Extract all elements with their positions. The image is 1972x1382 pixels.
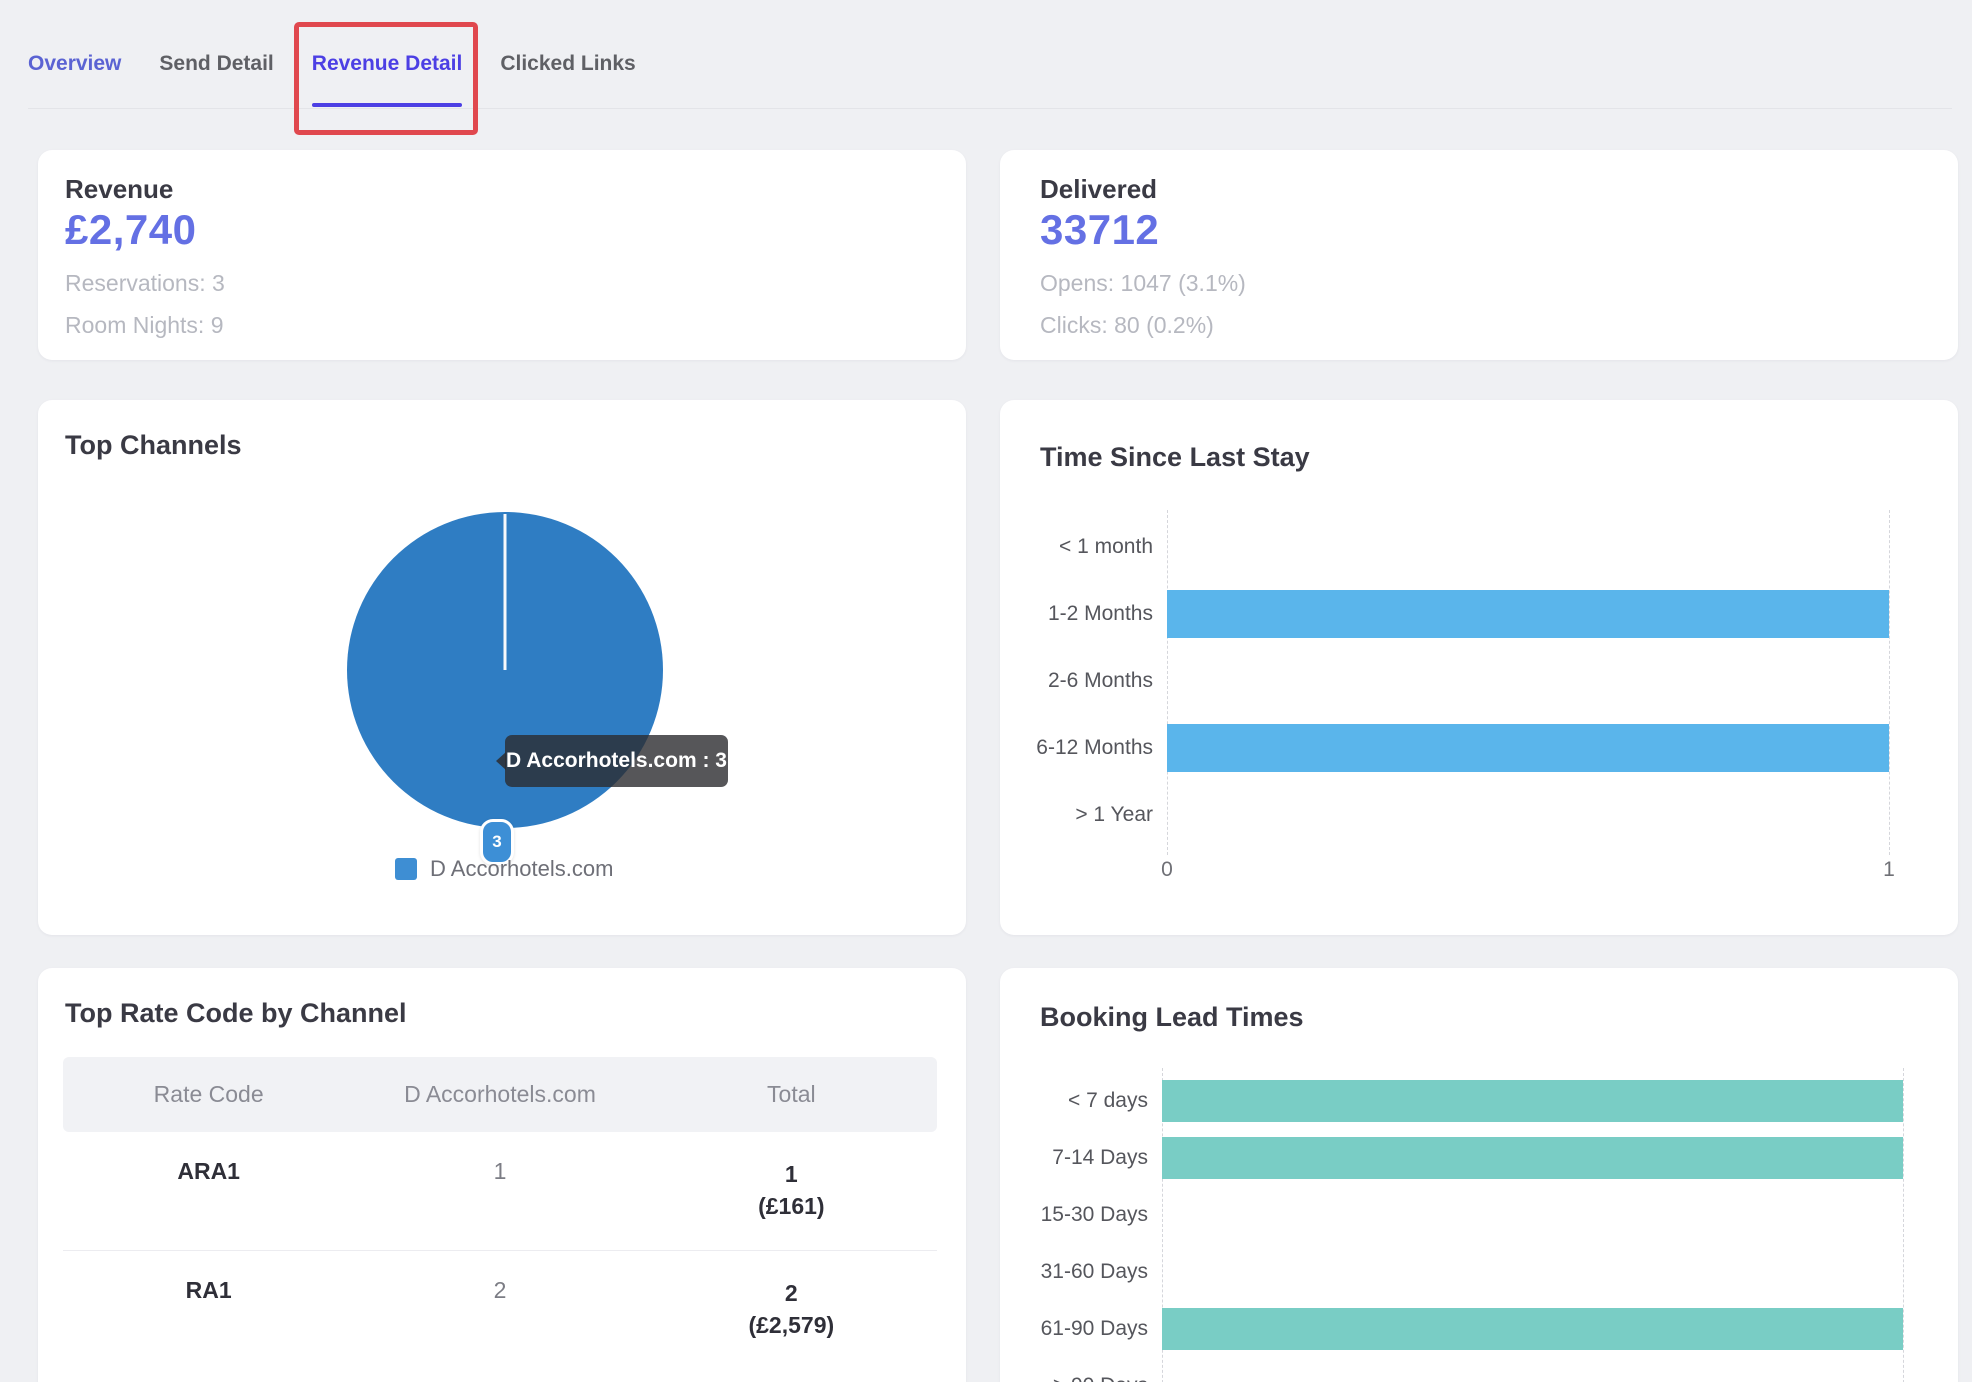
bar-track: [1162, 1186, 1903, 1243]
chart-row: > 1 Year: [1000, 781, 1889, 848]
delivered-card-title: Delivered: [1040, 174, 1157, 205]
legend-label: D Accorhotels.com: [430, 856, 613, 882]
pie-tooltip-text: D Accorhotels.com : 3: [506, 749, 727, 773]
channel-count-cell: 2: [354, 1277, 645, 1341]
total-amount: (£2,579): [646, 1309, 937, 1341]
revenue-room-nights: Room Nights: 9: [65, 312, 224, 339]
time-since-last-stay-title: Time Since Last Stay: [1040, 442, 1310, 473]
pie-tooltip: D Accorhotels.com : 3: [505, 735, 728, 787]
booking-lead-times-card: Booking Lead Times < 7 days 7-14 Days 15…: [1000, 968, 1958, 1382]
chart-row: 31-60 Days: [1000, 1243, 1903, 1300]
chart-row: 2-6 Months: [1000, 647, 1889, 714]
category-label: < 1 month: [1000, 535, 1167, 559]
chart-row: 1-2 Months: [1000, 580, 1889, 647]
category-label: 7-14 Days: [1000, 1146, 1162, 1170]
chart-row: 6-12 Months: [1000, 714, 1889, 781]
tab-send-detail[interactable]: Send Detail: [159, 52, 273, 76]
total-count: 2: [646, 1277, 937, 1309]
chart-row: < 7 days: [1000, 1072, 1903, 1129]
total-count: 1: [646, 1158, 937, 1190]
time-since-last-stay-card: Time Since Last Stay < 1 month 1-2 Month…: [1000, 400, 1958, 935]
category-label: 15-30 Days: [1000, 1203, 1162, 1227]
annotation-red-box: [294, 22, 479, 135]
chart-row: 7-14 Days: [1000, 1129, 1903, 1186]
total-cell: 1 (£161): [646, 1158, 937, 1222]
gridline-right: [1903, 1068, 1904, 1382]
gridline-right: [1889, 510, 1890, 855]
bar[interactable]: [1162, 1080, 1903, 1122]
bar-track: [1162, 1243, 1903, 1300]
delivered-clicks: Clicks: 80 (0.2%): [1040, 312, 1214, 339]
bar-track: [1167, 781, 1889, 848]
chart-row: < 1 month: [1000, 513, 1889, 580]
bar[interactable]: [1162, 1308, 1903, 1350]
rate-code-cell: RA1: [63, 1277, 354, 1341]
chart-row: > 90 Days: [1000, 1357, 1903, 1382]
tab-overview[interactable]: Overview: [28, 52, 121, 76]
tab-revenue-detail[interactable]: Revenue Detail: [312, 52, 463, 76]
bar-track: [1162, 1072, 1903, 1129]
x-axis-tick-1: 1: [1883, 858, 1895, 882]
table-header-channel: D Accorhotels.com: [354, 1081, 645, 1108]
category-label: 61-90 Days: [1000, 1317, 1162, 1341]
bar[interactable]: [1167, 590, 1889, 638]
legend-swatch: [395, 858, 417, 880]
revenue-card: Revenue £2,740 Reservations: 3 Room Nigh…: [38, 150, 966, 360]
booking-lead-times-title: Booking Lead Times: [1040, 1002, 1304, 1033]
table-header-row: Rate Code D Accorhotels.com Total: [63, 1057, 937, 1132]
category-label: 1-2 Months: [1000, 602, 1167, 626]
table-row: ARA1 1 1 (£161): [63, 1132, 937, 1251]
revenue-reservations: Reservations: 3: [65, 270, 225, 297]
chart-row: 15-30 Days: [1000, 1186, 1903, 1243]
delivered-opens: Opens: 1047 (3.1%): [1040, 270, 1246, 297]
category-label: > 1 Year: [1000, 803, 1167, 827]
category-label: 31-60 Days: [1000, 1260, 1162, 1284]
rate-code-cell: ARA1: [63, 1158, 354, 1222]
bar-track: [1167, 714, 1889, 781]
tsls-rows: < 1 month 1-2 Months 2-6 Months 6-12 Mon…: [1000, 513, 1889, 848]
channel-count-cell: 1: [354, 1158, 645, 1222]
bar-track: [1162, 1300, 1903, 1357]
category-label: 2-6 Months: [1000, 669, 1167, 693]
bar-track: [1167, 513, 1889, 580]
pie-legend-item[interactable]: D Accorhotels.com: [395, 856, 613, 882]
top-channels-title: Top Channels: [65, 430, 242, 461]
tab-revenue-detail-label: Revenue Detail: [312, 52, 463, 75]
bar-track: [1162, 1129, 1903, 1186]
chart-row: 61-90 Days: [1000, 1300, 1903, 1357]
bar[interactable]: [1162, 1137, 1903, 1179]
dashboard-page: Overview Send Detail Revenue Detail Clic…: [0, 0, 1972, 1382]
total-amount: (£161): [646, 1190, 937, 1222]
revenue-value: £2,740: [65, 206, 196, 254]
bar-track: [1167, 580, 1889, 647]
bar-track: [1167, 647, 1889, 714]
table-body: ARA1 1 1 (£161) RA1 2 2 (£2,579): [63, 1132, 937, 1369]
tab-bar: Overview Send Detail Revenue Detail Clic…: [0, 0, 1972, 148]
bar-track: [1162, 1357, 1903, 1382]
category-label: < 7 days: [1000, 1089, 1162, 1113]
table-row: RA1 2 2 (£2,579): [63, 1251, 937, 1369]
category-label: 6-12 Months: [1000, 736, 1167, 760]
top-channels-card: Top Channels D Accorhotels.com : 3 3 D A…: [38, 400, 966, 935]
bar[interactable]: [1167, 724, 1889, 772]
revenue-card-title: Revenue: [65, 174, 173, 205]
rate-code-table-card: Top Rate Code by Channel Rate Code D Acc…: [38, 968, 966, 1382]
tabbar-divider: [28, 108, 1952, 109]
table-header-total: Total: [646, 1081, 937, 1108]
table-header-rate-code: Rate Code: [63, 1081, 354, 1108]
category-label: > 90 Days: [1000, 1374, 1162, 1382]
x-axis-tick-0: 0: [1161, 858, 1173, 882]
tab-clicked-links[interactable]: Clicked Links: [500, 52, 635, 76]
delivered-card: Delivered 33712 Opens: 1047 (3.1%) Click…: [1000, 150, 1958, 360]
rate-code-table-title: Top Rate Code by Channel: [65, 998, 407, 1029]
total-cell: 2 (£2,579): [646, 1277, 937, 1341]
active-tab-underline: [312, 103, 463, 107]
blt-rows: < 7 days 7-14 Days 15-30 Days 31-60 Days…: [1000, 1072, 1903, 1382]
delivered-value: 33712: [1040, 206, 1159, 254]
